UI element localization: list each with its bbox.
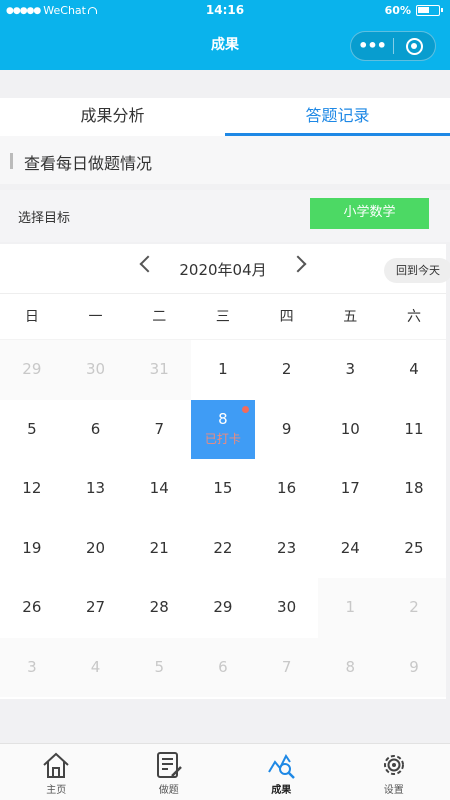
calendar: 2020年04月 回到今天 日一二三四五六 29 30 31 1 2 3 4 5 6 7 8 已打卡 9… xyxy=(0,244,450,699)
calendar-day[interactable]: 5 xyxy=(0,400,64,460)
tabbar-results-label: 成果 xyxy=(271,785,292,796)
calendar-day[interactable]: 29 xyxy=(191,578,255,638)
target-select-button[interactable]: 小学数学 xyxy=(310,198,429,229)
calendar-day[interactable]: 2 xyxy=(255,340,319,400)
weekday-label: 日 xyxy=(24,309,39,325)
weekday-label: 三 xyxy=(215,309,230,325)
calendar-day[interactable]: 30 xyxy=(255,578,319,638)
target-label: 选择目标 xyxy=(18,211,71,226)
calendar-day[interactable]: 12 xyxy=(0,459,64,519)
weekday-label: 二 xyxy=(152,309,167,325)
section-header: 查看每日做题情况 xyxy=(0,136,450,184)
target-selector-row: 选择目标 小学数学 xyxy=(0,190,450,242)
tab-answer-records[interactable]: 答题记录 xyxy=(225,98,450,136)
battery-percent: 60% xyxy=(384,4,411,17)
top-bar: ●●●●● WeChat 14:16 60% 成果 ••• xyxy=(0,0,450,70)
calendar-day[interactable]: 25 xyxy=(382,519,446,579)
calendar-day[interactable]: 22 xyxy=(191,519,255,579)
calendar-day-other-month[interactable]: 7 xyxy=(254,637,319,697)
status-time: 14:16 xyxy=(205,3,245,17)
calendar-day[interactable]: 21 xyxy=(127,519,191,579)
calendar-day[interactable]: 26 xyxy=(0,578,64,638)
calendar-day[interactable]: 14 xyxy=(127,459,191,519)
battery-fill xyxy=(418,7,430,13)
calendar-day[interactable]: 19 xyxy=(0,519,64,579)
exercise-icon xyxy=(156,752,182,778)
calendar-grid: 29 30 31 1 2 3 4 5 6 7 8 已打卡 9 10 11 12 13 14 15 16 17 18 19 20… xyxy=(0,340,446,697)
battery-icon xyxy=(416,5,443,16)
calendar-day[interactable]: 16 xyxy=(255,459,319,519)
calendar-day[interactable]: 1 xyxy=(191,340,255,400)
mini-program-capsule: ••• xyxy=(350,31,436,61)
tab-results-analysis[interactable]: 成果分析 xyxy=(0,98,225,136)
calendar-day-other-month[interactable]: 29 xyxy=(0,340,64,400)
calendar-day[interactable]: 13 xyxy=(64,459,128,519)
calendar-day[interactable]: 3 xyxy=(318,340,382,400)
calendar-day-other-month[interactable]: 30 xyxy=(63,340,128,400)
calendar-day[interactable]: 10 xyxy=(318,400,382,460)
calendar-day[interactable]: 17 xyxy=(318,459,382,519)
weekday-label: 六 xyxy=(406,309,421,325)
calendar-day[interactable]: 24 xyxy=(318,519,382,579)
calendar-day[interactable]: 18 xyxy=(382,459,446,519)
tabbar-home-label: 主页 xyxy=(46,785,67,796)
calendar-day[interactable]: 23 xyxy=(255,519,319,579)
home-icon xyxy=(43,752,69,778)
close-mini-program-button[interactable] xyxy=(394,37,435,55)
weekday-label: 五 xyxy=(343,309,358,325)
calendar-day[interactable]: 9 xyxy=(255,400,319,460)
tabbar-exercise-label: 做题 xyxy=(158,785,179,796)
tabbar-results[interactable]: 成果 xyxy=(225,744,338,800)
calendar-header: 2020年04月 回到今天 xyxy=(0,244,450,294)
weekday-label: 四 xyxy=(279,309,294,325)
calendar-day[interactable]: 7 xyxy=(127,400,191,460)
settings-icon xyxy=(383,755,404,775)
calendar-day[interactable]: 4 xyxy=(382,340,446,400)
more-menu-icon[interactable]: ••• xyxy=(351,32,393,60)
weekday-label: 一 xyxy=(88,309,103,325)
calendar-day-other-month[interactable]: 31 xyxy=(127,340,192,400)
status-bar: ●●●●● WeChat 14:16 60% xyxy=(0,0,450,22)
tabbar-home[interactable]: 主页 xyxy=(0,744,113,800)
tab-bar-top: 成果分析 答题记录 xyxy=(0,98,450,136)
calendar-day[interactable]: 6 xyxy=(64,400,128,460)
calendar-day-other-month[interactable]: 5 xyxy=(127,637,192,697)
section-bar-decoration xyxy=(10,153,13,169)
weekday-header: 日一二三四五六 xyxy=(0,294,446,340)
calendar-day-other-month[interactable]: 8 xyxy=(318,637,383,697)
section-title: 查看每日做题情况 xyxy=(24,154,153,173)
calendar-day[interactable]: 11 xyxy=(382,400,446,460)
calendar-day[interactable]: 28 xyxy=(127,578,191,638)
day-number: 8 xyxy=(218,409,228,428)
calendar-day-other-month[interactable]: 1 xyxy=(318,578,383,638)
calendar-day[interactable]: 27 xyxy=(64,578,128,638)
calendar-day[interactable]: 20 xyxy=(64,519,128,579)
notification-dot xyxy=(241,405,249,413)
target-icon xyxy=(405,37,423,55)
checkin-mark: 已打卡 xyxy=(204,431,241,446)
results-icon xyxy=(268,754,296,779)
tabbar-settings[interactable]: 设置 xyxy=(338,744,450,800)
calendar-day-checked[interactable]: 8 已打卡 xyxy=(191,399,255,459)
calendar-day-other-month[interactable]: 6 xyxy=(191,637,255,697)
calendar-day-other-month[interactable]: 3 xyxy=(0,637,64,697)
calendar-month: 2020年04月 xyxy=(179,261,267,279)
back-to-today-button[interactable]: 回到今天 xyxy=(384,258,450,283)
calendar-day-other-month[interactable]: 9 xyxy=(382,637,446,697)
calendar-day-other-month[interactable]: 4 xyxy=(63,637,128,697)
calendar-day[interactable]: 15 xyxy=(191,459,255,519)
battery-info: 60% xyxy=(384,4,443,17)
calendar-day-other-month[interactable]: 2 xyxy=(382,578,446,638)
tabbar-settings-label: 设置 xyxy=(383,785,404,796)
bottom-tab-bar: 主页 做题 成果 设置 xyxy=(0,743,450,800)
tabbar-exercise[interactable]: 做题 xyxy=(113,744,226,800)
